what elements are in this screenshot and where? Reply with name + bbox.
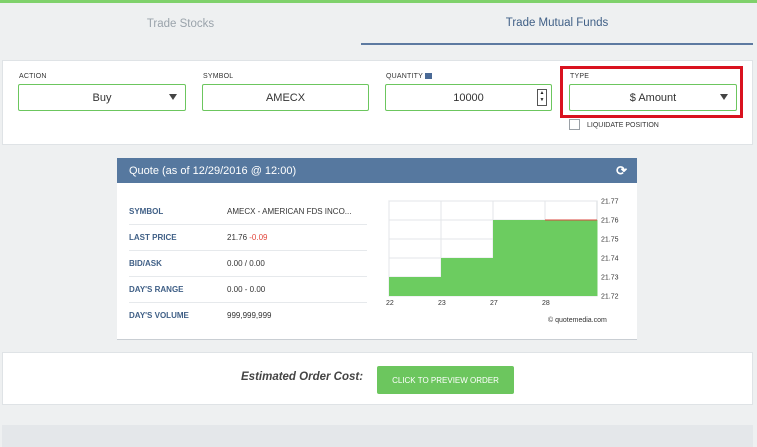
quantity-label-text: QUANTITY xyxy=(386,73,423,80)
last-price-value: 21.76 xyxy=(227,233,248,242)
chevron-down-icon xyxy=(169,94,177,100)
y-tick-label: 21.72 xyxy=(601,294,619,301)
x-tick-label: 28 xyxy=(542,300,550,307)
y-tick-label: 21.73 xyxy=(601,275,619,282)
quantity-stepper[interactable]: ▲ ▼ xyxy=(537,89,547,106)
area-step xyxy=(493,220,546,296)
chart-watermark: © quotemedia.com xyxy=(548,316,607,324)
quote-key: DAY'S RANGE xyxy=(129,285,184,294)
quote-header: Quote (as of 12/29/2016 @ 12:00) ⟳ xyxy=(117,158,637,183)
quote-row-bid-ask: BID/ASK 0.00 / 0.00 xyxy=(129,252,367,277)
quantity-input[interactable]: 10000 ▲ ▼ xyxy=(385,84,552,111)
y-tick-label: 21.74 xyxy=(601,256,619,263)
estimated-cost-label: Estimated Order Cost: xyxy=(241,371,364,383)
action-select[interactable]: Buy xyxy=(18,84,186,111)
price-change: -0.09 xyxy=(249,233,268,242)
quote-row-last-price: LAST PRICE 21.76 -0.09 xyxy=(129,226,367,251)
quote-row-days-range: DAY'S RANGE 0.00 - 0.00 xyxy=(129,278,367,303)
chart-x-ticks: 22 23 27 28 xyxy=(386,300,550,307)
chart-y-ticks: 21.77 21.76 21.75 21.74 21.73 21.72 xyxy=(601,199,619,301)
quote-value: 0.00 - 0.00 xyxy=(227,285,266,294)
quote-key: SYMBOL xyxy=(129,207,164,216)
quote-value: AMECX - AMERICAN FDS INCO... xyxy=(227,207,352,216)
y-tick-label: 21.76 xyxy=(601,218,619,225)
quote-key: BID/ASK xyxy=(129,259,162,268)
quote-card: Quote (as of 12/29/2016 @ 12:00) ⟳ SYMBO… xyxy=(117,158,637,340)
preview-order-button[interactable]: CLICK TO PREVIEW ORDER xyxy=(377,366,514,394)
quote-value: 999,999,999 xyxy=(227,311,272,320)
x-tick-label: 22 xyxy=(386,300,394,307)
liquidate-label: LIQUIDATE POSITION xyxy=(587,122,659,129)
symbol-input[interactable]: AMECX xyxy=(202,84,369,111)
y-tick-label: 21.75 xyxy=(601,237,619,244)
quote-value: 21.76 -0.09 xyxy=(227,233,268,242)
area-step xyxy=(545,220,598,296)
quantity-label: QUANTITY xyxy=(386,73,432,80)
tab-trade-stocks[interactable]: Trade Stocks xyxy=(0,3,361,45)
y-tick-label: 21.77 xyxy=(601,199,619,206)
x-tick-label: 23 xyxy=(438,300,446,307)
quote-row-symbol: SYMBOL AMECX - AMERICAN FDS INCO... xyxy=(129,200,367,225)
area-step xyxy=(441,258,494,296)
trade-tabs: Trade Stocks Trade Mutual Funds xyxy=(0,3,757,45)
tab-trade-mutual-funds[interactable]: Trade Mutual Funds xyxy=(361,3,753,45)
quote-value: 0.00 / 0.00 xyxy=(227,259,265,268)
bottom-strip xyxy=(2,425,753,447)
symbol-label: SYMBOL xyxy=(203,73,234,80)
quote-title: Quote (as of 12/29/2016 @ 12:00) xyxy=(129,164,297,177)
quote-key: DAY'S VOLUME xyxy=(129,311,189,320)
quote-row-days-volume: DAY'S VOLUME 999,999,999 xyxy=(129,304,367,329)
quote-key: LAST PRICE xyxy=(129,233,177,242)
type-highlight-box xyxy=(560,66,743,118)
refresh-icon[interactable]: ⟳ xyxy=(616,163,627,179)
action-label: ACTION xyxy=(19,73,47,80)
calculator-icon[interactable] xyxy=(425,73,432,79)
x-tick-label: 27 xyxy=(490,300,498,307)
symbol-value: AMECX xyxy=(265,91,306,104)
price-chart: 21.7721.7621.7521.7421.7321.72 22 23 27 28 … xyxy=(386,199,619,325)
area-step xyxy=(389,277,442,296)
action-value: Buy xyxy=(92,91,112,104)
liquidate-checkbox[interactable] xyxy=(569,119,580,130)
quantity-value: 10000 xyxy=(453,91,484,104)
